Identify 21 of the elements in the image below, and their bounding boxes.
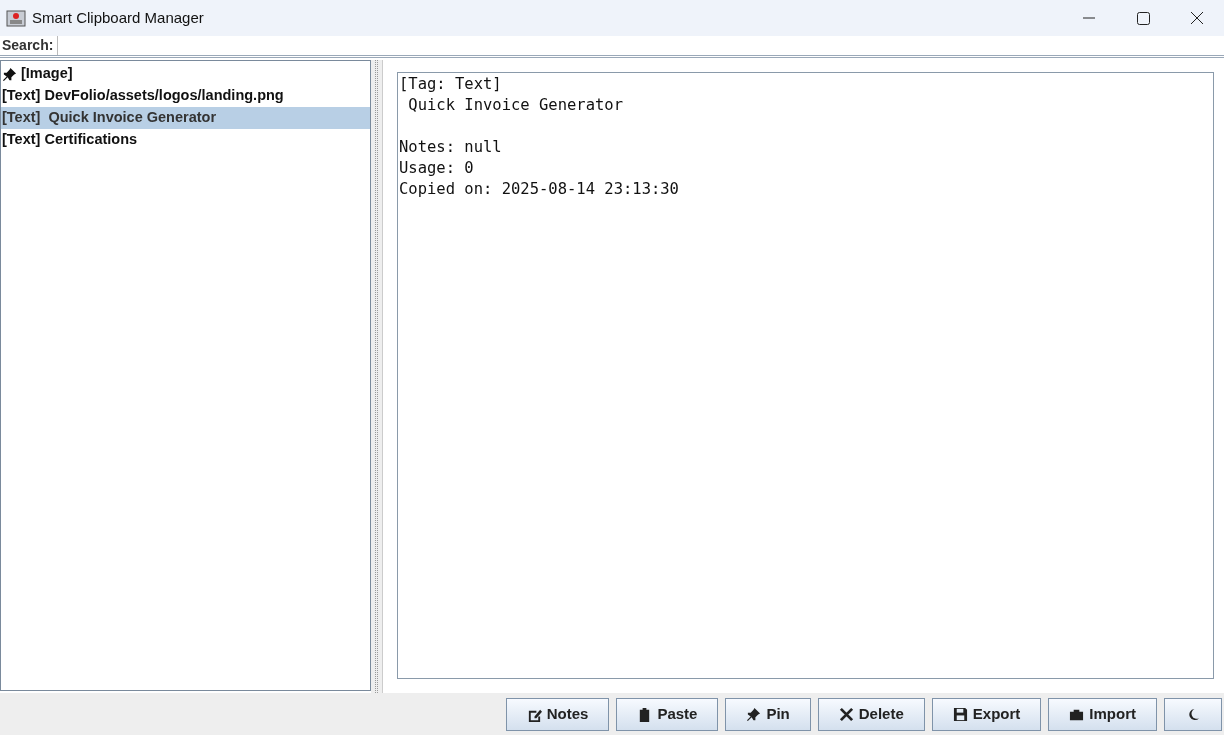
delete-button[interactable]: Delete [817, 697, 925, 731]
app-icon [6, 8, 26, 28]
clip-list-item[interactable]: [Text] Quick Invoice Generator [1, 107, 370, 129]
paste-button[interactable]: Paste [616, 697, 719, 731]
import-button[interactable]: Import [1048, 697, 1157, 731]
window-title: Smart Clipboard Manager [32, 7, 204, 28]
close-icon [838, 706, 854, 722]
clip-list-item[interactable]: [Image] [1, 63, 370, 85]
pin-icon [2, 66, 17, 82]
maximize-icon[interactable] [1137, 11, 1150, 25]
clip-list-item[interactable]: [Text] Certifications [1, 129, 370, 151]
search-label: Search: [2, 36, 54, 55]
close-icon[interactable] [1190, 11, 1204, 25]
splitter-handle[interactable] [371, 60, 383, 693]
theme-toggle-button[interactable] [1164, 697, 1222, 731]
clip-list-item[interactable]: [Text] DevFolio/assets/logos/landing.png [1, 85, 370, 107]
detail-text-area[interactable]: [Tag: Text] Quick Invoice Generator Notes: null Usage: 0 Copied on: 2025-08-14 23:13:30 [397, 72, 1214, 679]
export-button[interactable]: Export [931, 697, 1042, 731]
pin-icon [746, 706, 762, 722]
notes-button[interactable]: Notes [505, 697, 610, 731]
pin-button[interactable]: Pin [725, 697, 811, 731]
